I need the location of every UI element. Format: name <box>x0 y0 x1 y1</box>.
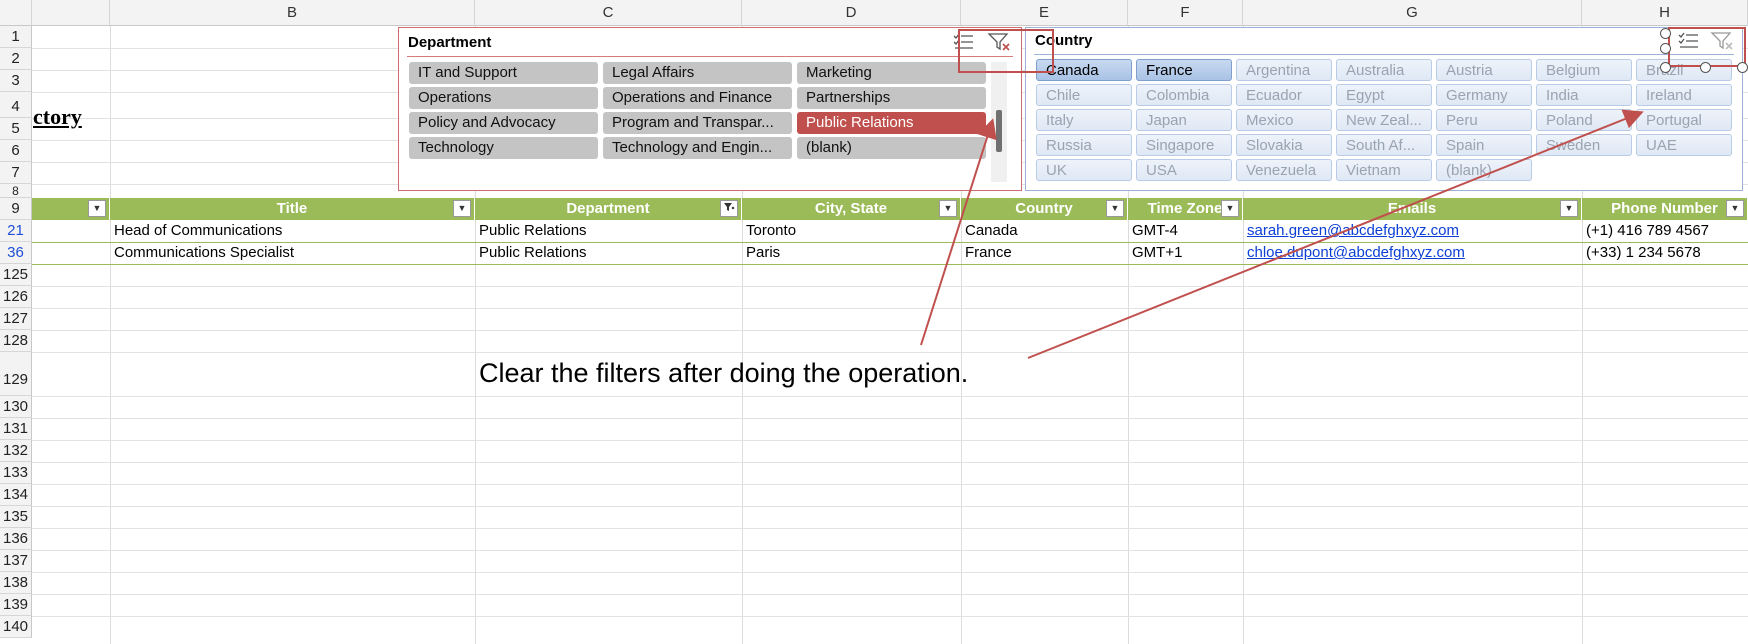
instruction-annotation: Clear the filters after doing the operat… <box>479 358 969 388</box>
annotation-arrows <box>920 109 1644 359</box>
